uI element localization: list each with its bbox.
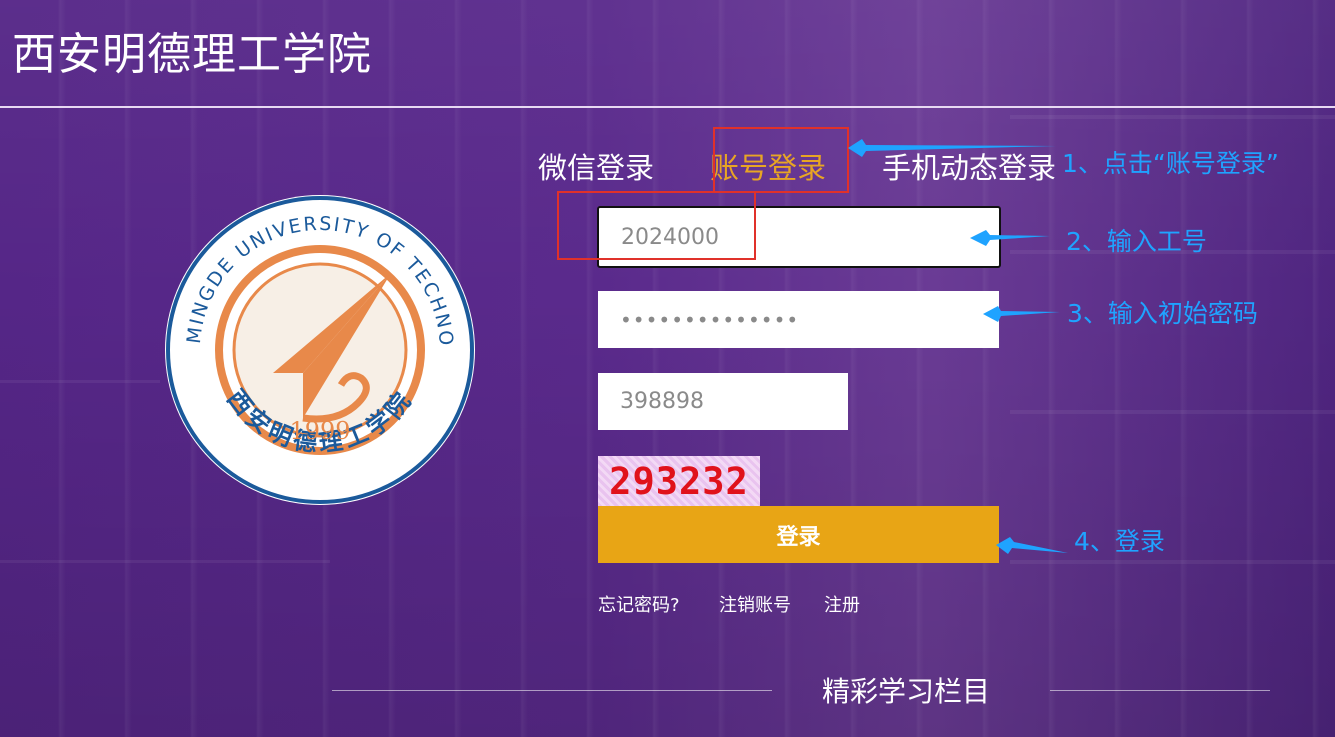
arrow-left-icon xyxy=(970,230,1050,246)
arrow-left-icon xyxy=(983,306,1060,322)
arrow-left-icon xyxy=(996,537,1068,554)
annotation-arrows xyxy=(848,139,1068,554)
annotation-step2: 2、输入工号 xyxy=(1066,227,1207,256)
annotation-step1: 1、点击“账号登录” xyxy=(1062,149,1279,178)
annotation-step3: 3、输入初始密码 xyxy=(1067,299,1258,328)
annotation-step4: 4、登录 xyxy=(1074,527,1165,556)
arrow-left-icon xyxy=(848,139,1056,157)
